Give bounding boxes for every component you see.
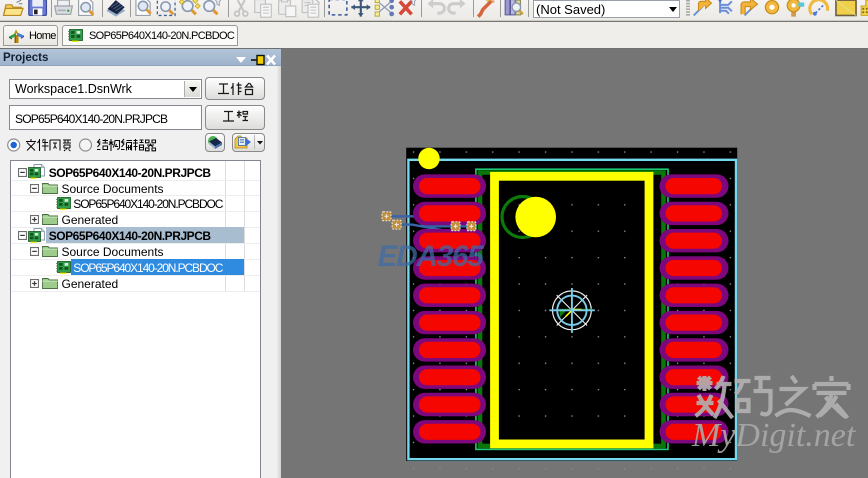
svg-text:MyDigit.net: MyDigit.net	[691, 417, 857, 454]
svg-text:EDA365: EDA365	[378, 240, 486, 273]
